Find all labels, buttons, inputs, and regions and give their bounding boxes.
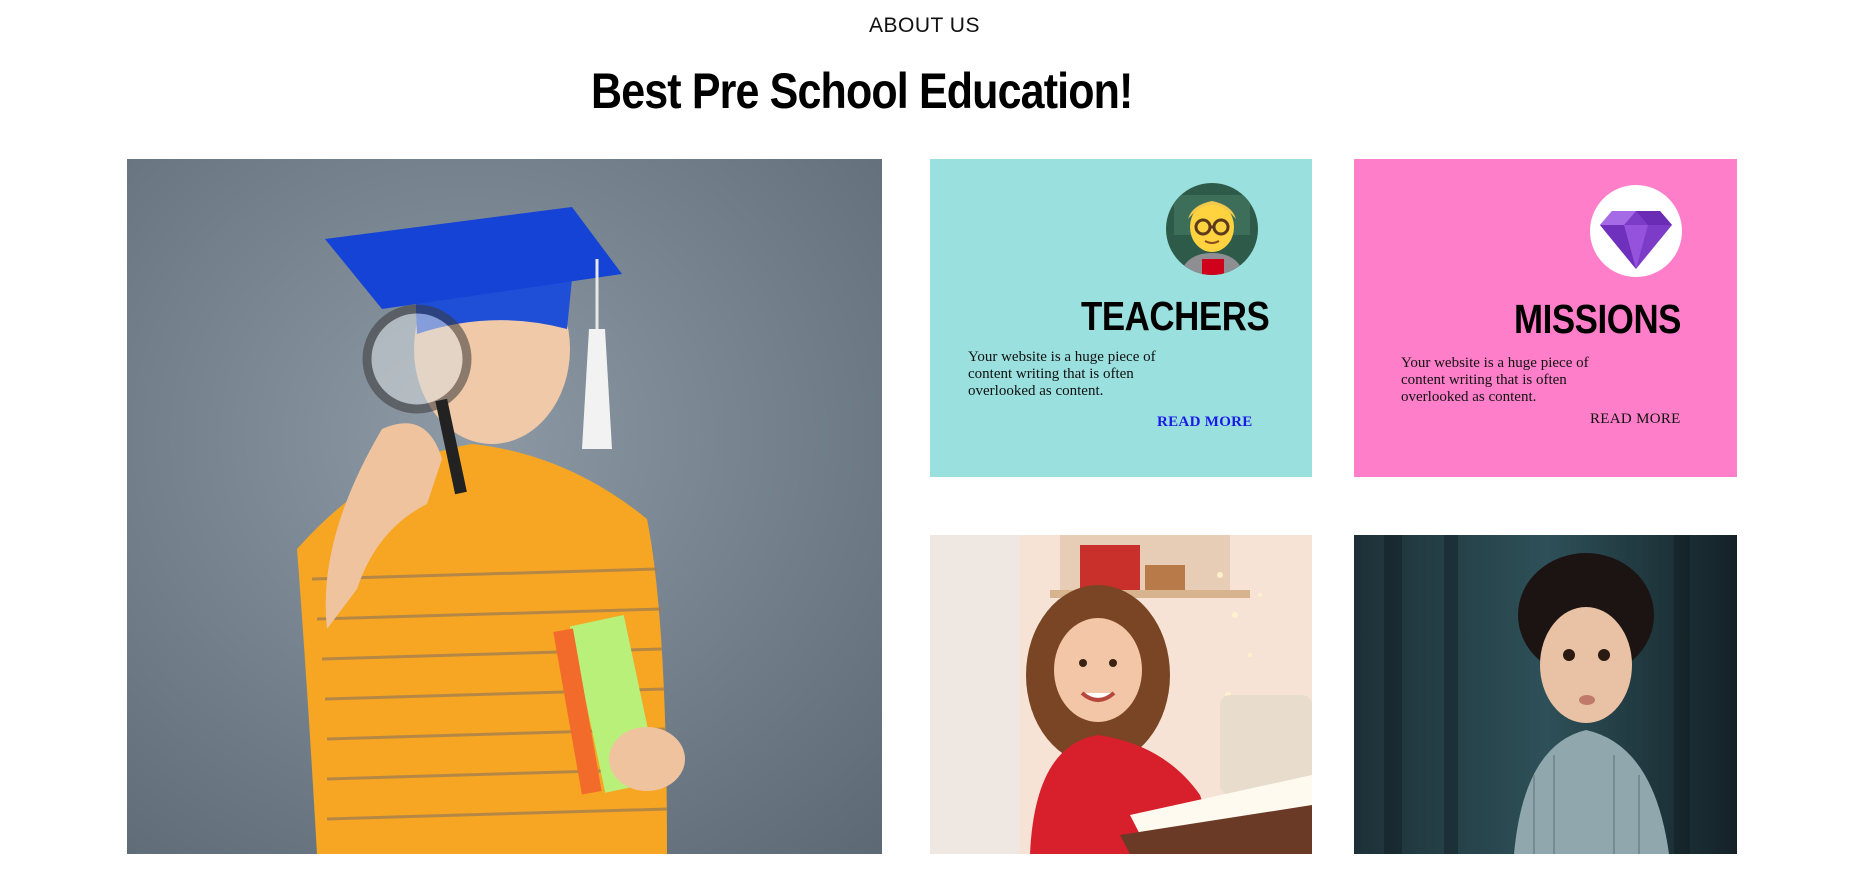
diamond-icon	[1590, 185, 1682, 277]
page-headline: Best Pre School Education!	[591, 63, 1133, 119]
card-title: MISSIONS	[1514, 296, 1682, 342]
missions-card: MISSIONS Your website is a huge piece of…	[1354, 159, 1737, 477]
teachers-read-more-link[interactable]: READ MORE	[1157, 414, 1253, 431]
teacher-icon	[1166, 183, 1258, 275]
graduate-boy-photo	[127, 159, 882, 854]
section-label: ABOUT US	[869, 14, 980, 37]
card-text: Your website is a huge piece of content …	[1401, 355, 1589, 405]
teachers-card: TEACHERS Your website is a huge piece of…	[930, 159, 1312, 477]
card-title: TEACHERS	[1081, 293, 1270, 339]
missions-read-more-link[interactable]: READ MORE	[1590, 411, 1681, 428]
curly-hair-boy-photo	[1354, 535, 1737, 854]
card-text: Your website is a huge piece of content …	[968, 349, 1156, 399]
girl-drawing-photo	[930, 535, 1312, 854]
